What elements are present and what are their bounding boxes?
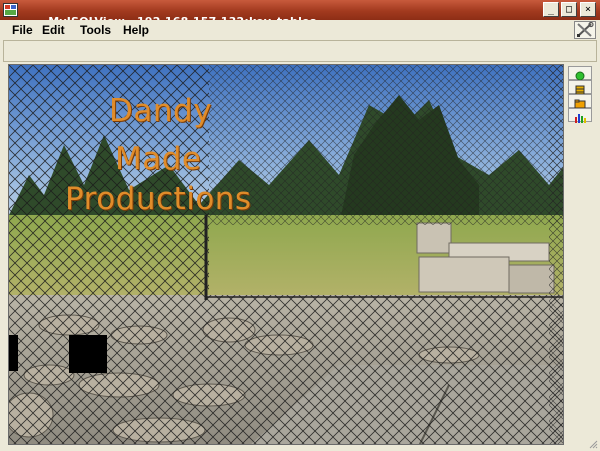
app-window: MyJSQLView 192.168.157.132:key_tables _ … — [0, 0, 600, 451]
black-block-small — [9, 335, 18, 371]
maximize-icon: □ — [565, 4, 573, 15]
splash-title-line2: Made — [115, 141, 202, 177]
preferences-button[interactable] — [574, 21, 596, 39]
query-button[interactable] — [568, 94, 592, 109]
mesh-top — [209, 65, 563, 225]
splash-image — [9, 65, 563, 444]
wrench-screwdriver-icon — [577, 21, 594, 37]
menu-tools[interactable]: Tools — [80, 23, 111, 37]
chart-button[interactable] — [568, 108, 592, 123]
resize-grip[interactable] — [588, 439, 598, 449]
mesh-right — [549, 65, 563, 444]
title-bar[interactable]: MyJSQLView 192.168.157.132:key_tables _ … — [0, 0, 600, 28]
close-button[interactable]: × — [580, 2, 596, 17]
tables-button[interactable] — [568, 80, 592, 95]
minimize-button[interactable]: _ — [543, 2, 559, 17]
menu-edit[interactable]: Edit — [42, 23, 65, 37]
main-canvas: Dandy Made Productions — [8, 64, 564, 445]
menu-bar: File Edit Tools Help — [0, 20, 600, 40]
menu-help[interactable]: Help — [123, 23, 149, 37]
black-block — [69, 335, 107, 373]
minimize-icon: _ — [547, 4, 555, 15]
mesh-bottom — [209, 295, 563, 444]
side-toolbar — [566, 64, 596, 445]
splash-title-line1: Dandy — [109, 93, 213, 129]
toolbar — [3, 40, 597, 62]
app-icon — [3, 3, 18, 17]
splash-title-line3: Productions — [65, 181, 252, 217]
close-icon: × — [584, 4, 592, 15]
bar-chart-icon — [575, 114, 586, 123]
menu-file[interactable]: File — [12, 23, 33, 37]
connect-button[interactable] — [568, 66, 592, 81]
maximize-button[interactable]: □ — [561, 2, 577, 17]
